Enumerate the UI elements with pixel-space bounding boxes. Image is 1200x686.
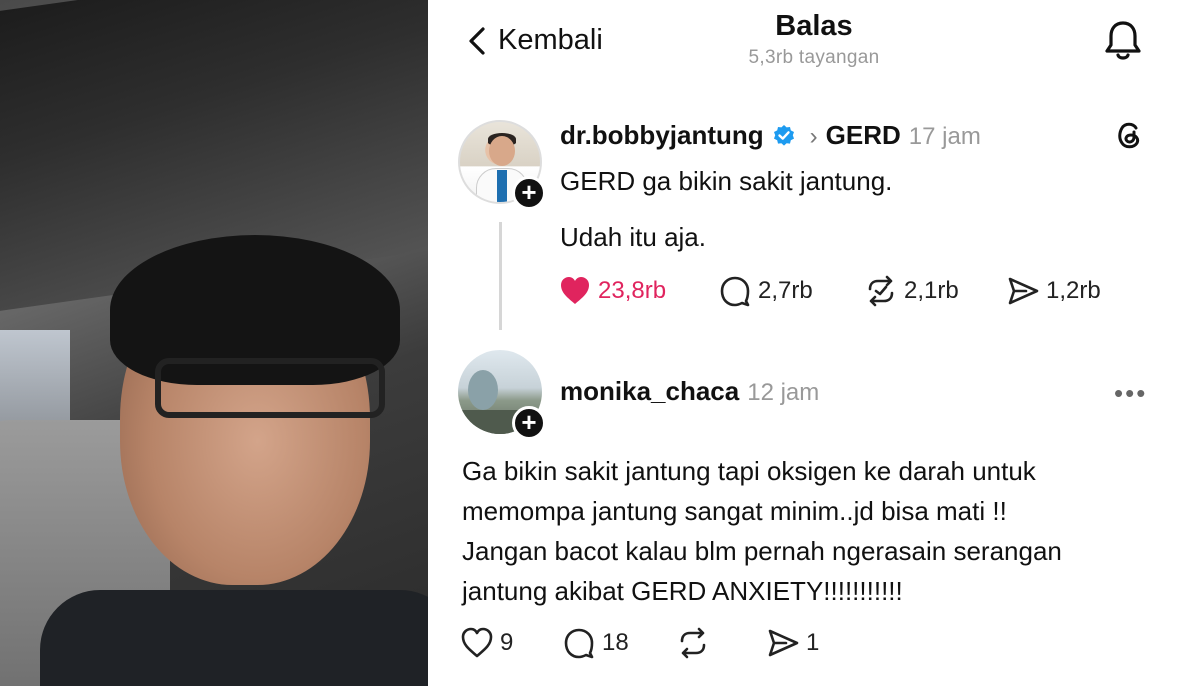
- reply-repost-button[interactable]: [676, 626, 766, 660]
- page-title: Balas: [775, 10, 853, 42]
- repost-icon: [868, 275, 894, 307]
- reply-share-count: 1: [806, 629, 820, 656]
- post-header: dr.bobbyjantung › GERD 17 jam: [560, 120, 981, 151]
- comment-button[interactable]: 2,7rb: [718, 274, 864, 308]
- repost-button[interactable]: 2,1rb: [864, 274, 1006, 308]
- post-topic[interactable]: GERD: [826, 120, 901, 151]
- comment-icon: [564, 628, 594, 659]
- post-time: 17 jam: [908, 123, 981, 150]
- comment-count: 2,7rb: [758, 277, 813, 304]
- like-button[interactable]: 23,8rb: [558, 274, 718, 308]
- bell-icon[interactable]: [1102, 18, 1144, 64]
- top-bar: Kembali Balas 5,3rb tayangan: [428, 0, 1200, 80]
- reply-text-line-2: memompa jantung sangat minim..jd bisa ma…: [462, 496, 1007, 526]
- reply-actions: 9 18 1: [460, 626, 819, 660]
- more-horizontal-icon[interactable]: •••: [1114, 378, 1147, 409]
- reply-username[interactable]: monika_chaca: [560, 376, 739, 407]
- like-count: 23,8rb: [598, 277, 667, 304]
- reply-header: monika_chaca 12 jam: [560, 376, 819, 407]
- verified-badge-icon: [773, 124, 794, 146]
- heart-icon: [461, 627, 493, 658]
- person-shirt: [40, 590, 428, 686]
- reply-comment-count: 18: [602, 629, 629, 656]
- share-count: 1,2rb: [1046, 277, 1101, 304]
- reply-text-line-1: Ga bikin sakit jantung tapi oksigen ke d…: [462, 456, 1036, 486]
- follow-plus-button[interactable]: +: [512, 176, 546, 210]
- thread-connector-line: [499, 222, 502, 330]
- threads-reply-panel: Kembali Balas 5,3rb tayangan + dr.bobbyj…: [428, 0, 1200, 686]
- title-block: Balas 5,3rb tayangan: [428, 10, 1200, 69]
- view-count: 5,3rb tayangan: [748, 47, 880, 68]
- video-thumbnail-photo: [0, 0, 428, 686]
- post-text-line-1: GERD ga bikin sakit jantung.: [560, 166, 893, 196]
- post-actions: 23,8rb 2,7rb 2,1rb 1,2rb: [558, 274, 1101, 308]
- topic-chevron-icon: ›: [809, 123, 818, 150]
- share-button[interactable]: 1,2rb: [1006, 274, 1101, 308]
- comment-icon: [720, 276, 750, 307]
- share-icon: [1008, 277, 1039, 305]
- reply-share-button[interactable]: 1: [766, 626, 819, 660]
- reply-time: 12 jam: [747, 379, 820, 406]
- reply-comment-button[interactable]: 18: [562, 626, 676, 660]
- post-username[interactable]: dr.bobbyjantung: [560, 120, 764, 151]
- reply-like-button[interactable]: 9: [460, 626, 562, 660]
- repost-count: 2,1rb: [904, 277, 959, 304]
- post-text-line-2: Udah itu aja.: [560, 222, 706, 252]
- threads-logo-icon[interactable]: [1112, 118, 1146, 152]
- reply-text-line-4: jantung akibat GERD ANXIETY!!!!!!!!!!!: [462, 576, 903, 606]
- reply-text-line-3: Jangan bacot kalau blm pernah ngerasain …: [462, 536, 1062, 566]
- reply-like-count: 9: [500, 629, 514, 656]
- follow-plus-button[interactable]: +: [512, 406, 546, 440]
- person-glasses: [155, 358, 385, 418]
- share-icon: [768, 629, 799, 657]
- repost-icon: [680, 627, 706, 659]
- heart-filled-icon: [561, 277, 589, 304]
